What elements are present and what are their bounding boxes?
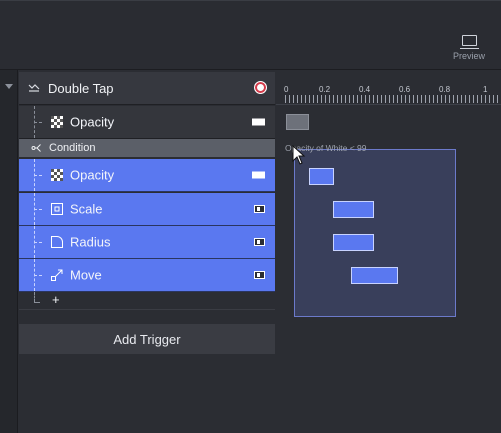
row-opacity-1[interactable]: Opacity bbox=[19, 106, 275, 139]
ruler-ticks bbox=[285, 95, 501, 103]
white-swatch bbox=[252, 118, 265, 126]
record-indicator-icon[interactable] bbox=[254, 81, 267, 94]
top-toolbar: Preview bbox=[0, 0, 501, 70]
checkerboard-icon bbox=[51, 116, 63, 128]
add-layer-plus[interactable]: + bbox=[52, 292, 60, 307]
camera-icon bbox=[254, 271, 265, 279]
tick-label: 0.6 bbox=[399, 85, 411, 94]
tick-label: 0 bbox=[284, 85, 289, 94]
timeline-panel[interactable]: 0 0.2 0.4 0.6 0.8 1 Opacity of White < 9… bbox=[276, 72, 501, 433]
tick-label: 1 bbox=[483, 85, 488, 94]
camera-icon bbox=[254, 238, 265, 246]
radius-icon bbox=[51, 236, 63, 248]
move-icon bbox=[51, 269, 63, 281]
time-ruler: 0 0.2 0.4 0.6 0.8 1 bbox=[276, 72, 501, 105]
keyframe-move[interactable] bbox=[351, 267, 398, 284]
trigger-label: Double Tap bbox=[48, 81, 114, 96]
add-trigger-button[interactable]: Add Trigger bbox=[19, 324, 275, 354]
mouse-cursor-icon bbox=[292, 145, 306, 165]
row-label: Move bbox=[70, 267, 102, 283]
collapse-triangle-icon[interactable] bbox=[5, 84, 13, 89]
row-radius[interactable]: Radius bbox=[19, 226, 275, 259]
branch-icon bbox=[31, 144, 41, 152]
keyframe-opacity-1[interactable] bbox=[286, 114, 309, 130]
trigger-row-double-tap[interactable]: Double Tap bbox=[19, 72, 275, 105]
tick-label: 0.2 bbox=[319, 85, 331, 94]
camera-icon bbox=[254, 205, 265, 213]
row-label: Scale bbox=[70, 201, 103, 217]
double-tap-icon bbox=[28, 84, 40, 92]
row-label: Opacity bbox=[70, 114, 115, 130]
add-layer-row[interactable]: + bbox=[19, 292, 275, 310]
white-swatch bbox=[252, 171, 265, 179]
preview-button[interactable]: Preview bbox=[451, 35, 487, 61]
condition-header[interactable]: Condition bbox=[19, 139, 275, 157]
scale-icon bbox=[51, 203, 63, 215]
monitor-icon bbox=[459, 35, 479, 50]
row-opacity-2[interactable]: Opacity bbox=[19, 159, 275, 192]
row-label: Opacity bbox=[70, 167, 115, 183]
condition-label: Condition bbox=[49, 142, 96, 154]
preview-label: Preview bbox=[452, 51, 485, 61]
keyframe-opacity-2[interactable] bbox=[309, 168, 334, 185]
tick-label: 0.4 bbox=[359, 85, 371, 94]
row-label: Radius bbox=[70, 234, 111, 250]
layer-gutter bbox=[0, 70, 18, 433]
keyframe-radius[interactable] bbox=[333, 234, 374, 251]
tick-label: 0.8 bbox=[439, 85, 451, 94]
row-scale[interactable]: Scale bbox=[19, 193, 275, 226]
keyframe-scale[interactable] bbox=[333, 201, 374, 218]
checkerboard-icon bbox=[51, 169, 63, 181]
row-move[interactable]: Move bbox=[19, 259, 275, 292]
